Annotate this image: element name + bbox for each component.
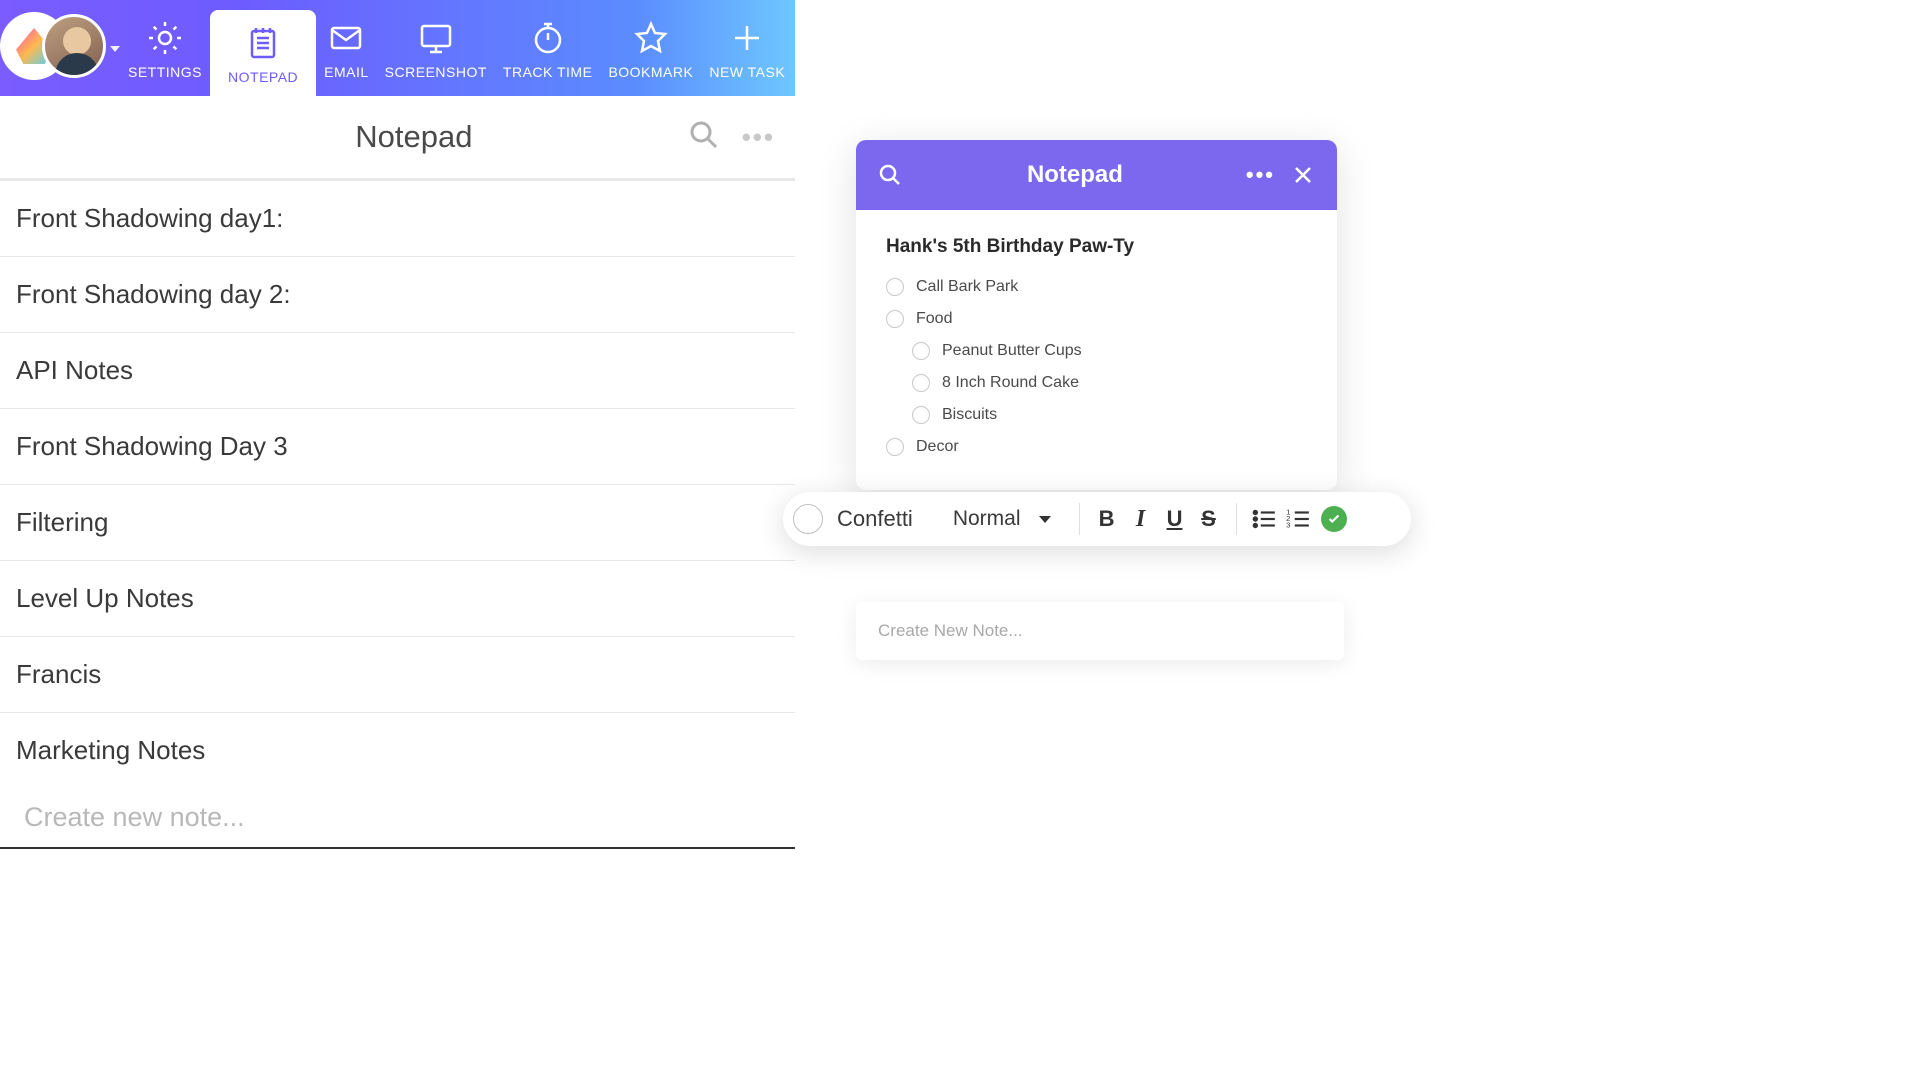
note-row[interactable]: Front Shadowing Day 3 [0,409,795,485]
checklist-label: Biscuits [942,406,997,424]
nav-tracktime[interactable]: TRACK TIME [495,0,601,96]
checklist-label: Food [916,310,952,328]
divider [0,847,795,849]
checklist-item[interactable]: Food [886,310,1307,328]
nav-email[interactable]: EMAIL [316,0,377,96]
italic-button[interactable]: I [1126,504,1156,534]
checkbox[interactable] [886,438,904,456]
checkbox[interactable] [912,342,930,360]
create-note-input[interactable] [878,621,1322,641]
notepad-popup: Notepad ••• Hank's 5th Birthday Paw-Ty C… [856,140,1337,490]
close-icon[interactable] [1289,161,1317,189]
text-format-toolbar: Confetti Normal B I U S 123 [783,492,1411,546]
search-icon[interactable] [876,161,904,189]
workspace-switcher[interactable] [0,0,120,96]
email-icon [324,16,368,60]
page-title: Notepad [20,119,688,155]
note-row[interactable]: Level Up Notes [0,561,795,637]
note-row[interactable]: Front Shadowing day 2: [0,257,795,333]
checkbox[interactable] [886,310,904,328]
gear-icon [143,16,187,60]
more-options-icon[interactable]: ••• [1246,162,1275,188]
checklist-label: Call Bark Park [916,278,1018,296]
chevron-down-icon [110,46,120,52]
popup-title: Notepad [904,161,1246,189]
nav-screenshot[interactable]: SCREENSHOT [377,0,495,96]
strikethrough-button[interactable]: S [1194,504,1224,534]
note-row[interactable]: Marketing Notes [0,713,795,788]
monitor-icon [414,16,458,60]
underline-button[interactable]: U [1160,504,1190,534]
confirm-button[interactable] [1321,506,1347,532]
note-row[interactable]: Francis [0,637,795,713]
notes-list-panel: Notepad ••• Front Shadowing day1:Front S… [0,96,795,849]
popup-header: Notepad ••• [856,140,1337,210]
star-icon [629,16,673,60]
notes-list: Front Shadowing day1:Front Shadowing day… [0,181,795,788]
checklist-item[interactable]: Call Bark Park [886,278,1307,296]
divider [1236,503,1237,535]
note-row[interactable]: API Notes [0,333,795,409]
checklist-label: 8 Inch Round Cake [942,374,1079,392]
nav-label: BOOKMARK [608,64,693,80]
search-icon[interactable] [688,119,724,155]
nav-label: SETTINGS [128,64,202,80]
note-row[interactable]: Front Shadowing day1: [0,181,795,257]
nav-label: NOTEPAD [228,69,298,85]
checkbox[interactable] [912,406,930,424]
bold-button[interactable]: B [1092,504,1122,534]
notes-list-header: Notepad ••• [0,96,795,178]
chevron-down-icon [1039,516,1051,523]
divider [1079,503,1080,535]
text-style-select[interactable]: Normal [953,507,1051,531]
note-row[interactable]: Filtering [0,485,795,561]
svg-text:3: 3 [1286,521,1290,530]
checklist-item[interactable]: Decor [886,438,1307,456]
checklist-item[interactable]: Biscuits [912,406,1307,424]
top-toolbar: SETTINGS NOTEPAD EMAIL SCREENSHOT TRACK … [0,0,795,96]
checklist-label: Decor [916,438,959,456]
select-value: Normal [953,507,1021,531]
stopwatch-icon [526,16,570,60]
checklist-item[interactable]: Peanut Butter Cups [912,342,1307,360]
nav-settings[interactable]: SETTINGS [120,0,210,96]
notepad-icon [241,21,285,65]
nav-bookmark[interactable]: BOOKMARK [600,0,701,96]
numbered-list-icon[interactable]: 123 [1285,506,1311,532]
checklist-item[interactable]: 8 Inch Round Cake [912,374,1307,392]
create-note-card[interactable] [856,602,1344,660]
nav-label: TRACK TIME [503,64,593,80]
nav-label: EMAIL [324,64,369,80]
user-avatar [42,14,106,78]
checkbox[interactable] [912,374,930,392]
popup-body: Hank's 5th Birthday Paw-Ty Call Bark Par… [856,210,1337,490]
nav-notepad[interactable]: NOTEPAD [210,10,316,96]
nav-newtask[interactable]: NEW TASK [701,0,793,96]
checkbox[interactable] [793,504,823,534]
note-title: Hank's 5th Birthday Paw-Ty [886,236,1307,258]
checklist-label: Peanut Butter Cups [942,342,1082,360]
more-options-icon[interactable]: ••• [742,122,775,153]
nav-label: SCREENSHOT [385,64,487,80]
create-note-input[interactable] [0,788,795,847]
editing-item-text[interactable]: Confetti [837,506,913,532]
nav-label: NEW TASK [709,64,785,80]
plus-icon [725,16,769,60]
bullet-list-icon[interactable] [1251,506,1277,532]
checkbox[interactable] [886,278,904,296]
